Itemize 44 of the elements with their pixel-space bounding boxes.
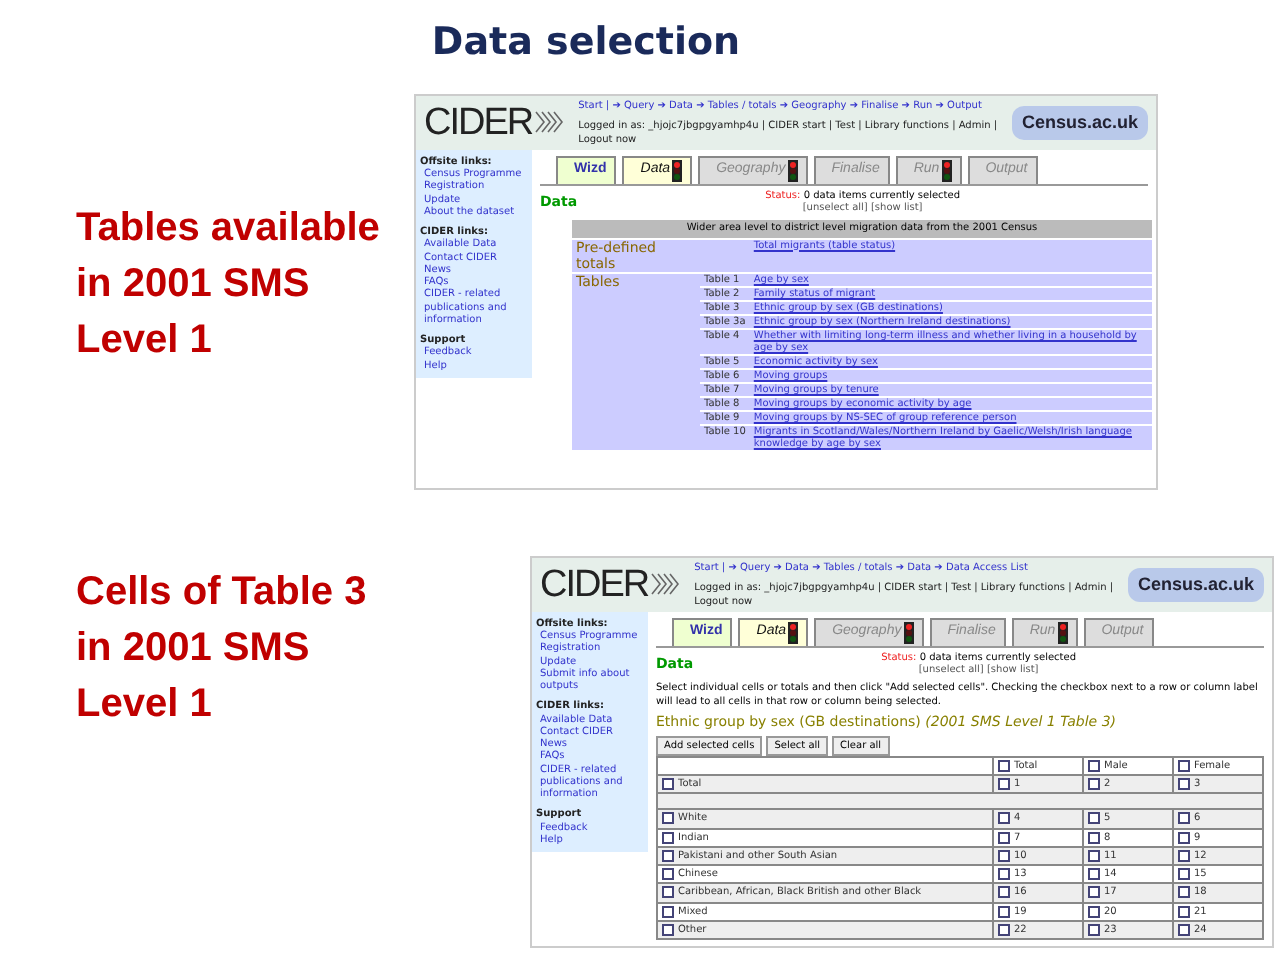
- checkbox[interactable]: [1178, 923, 1190, 936]
- slide-caption: Tables available in 2001 SMS Level 1: [76, 204, 382, 366]
- checkbox[interactable]: [998, 886, 1010, 899]
- checkbox[interactable]: [1178, 868, 1190, 881]
- checkbox[interactable]: [998, 868, 1010, 881]
- checkbox[interactable]: [1178, 886, 1190, 899]
- checkbox[interactable]: [662, 849, 674, 862]
- logo-text: CIDER: [540, 565, 649, 604]
- checkbox[interactable]: [998, 905, 1010, 918]
- checkbox[interactable]: [662, 812, 674, 825]
- checkbox[interactable]: [1178, 849, 1190, 862]
- checkbox[interactable]: [662, 778, 674, 791]
- checkbox[interactable]: [1178, 905, 1190, 918]
- checkbox[interactable]: [1088, 868, 1100, 881]
- chevrons-icon: [534, 108, 567, 137]
- site-logo: Census.ac.uk: [1011, 105, 1148, 140]
- checkbox[interactable]: [1178, 831, 1190, 844]
- checkbox[interactable]: [1088, 812, 1100, 825]
- checkbox[interactable]: [1088, 849, 1100, 862]
- checkbox[interactable]: [998, 849, 1010, 862]
- checkbox[interactable]: [1178, 759, 1190, 772]
- slide-caption: Cells of Table 3 in 2001 SMS Level 1: [76, 568, 369, 730]
- site-logo: Census.ac.uk: [1127, 567, 1264, 602]
- checkbox[interactable]: [662, 868, 674, 881]
- checkbox[interactable]: [998, 831, 1010, 844]
- checkbox[interactable]: [662, 831, 674, 844]
- checkbox[interactable]: [998, 778, 1010, 791]
- checkbox[interactable]: [1088, 778, 1100, 791]
- checkbox[interactable]: [662, 886, 674, 899]
- checkbox[interactable]: [1088, 905, 1100, 918]
- logo-text: CIDER: [424, 103, 533, 142]
- checkbox[interactable]: [998, 759, 1010, 772]
- checkbox[interactable]: [1088, 831, 1100, 844]
- checkbox[interactable]: [1178, 812, 1190, 825]
- checkbox[interactable]: [1088, 759, 1100, 772]
- checkbox[interactable]: [998, 812, 1010, 825]
- checkbox[interactable]: [1088, 923, 1100, 936]
- checkbox[interactable]: [998, 923, 1010, 936]
- slide-title: Data selection: [429, 20, 743, 64]
- checkbox[interactable]: [1088, 886, 1100, 899]
- checkbox[interactable]: [662, 905, 674, 918]
- chevrons-icon: [650, 570, 683, 599]
- checkbox[interactable]: [1178, 778, 1190, 791]
- checkbox[interactable]: [662, 923, 674, 936]
